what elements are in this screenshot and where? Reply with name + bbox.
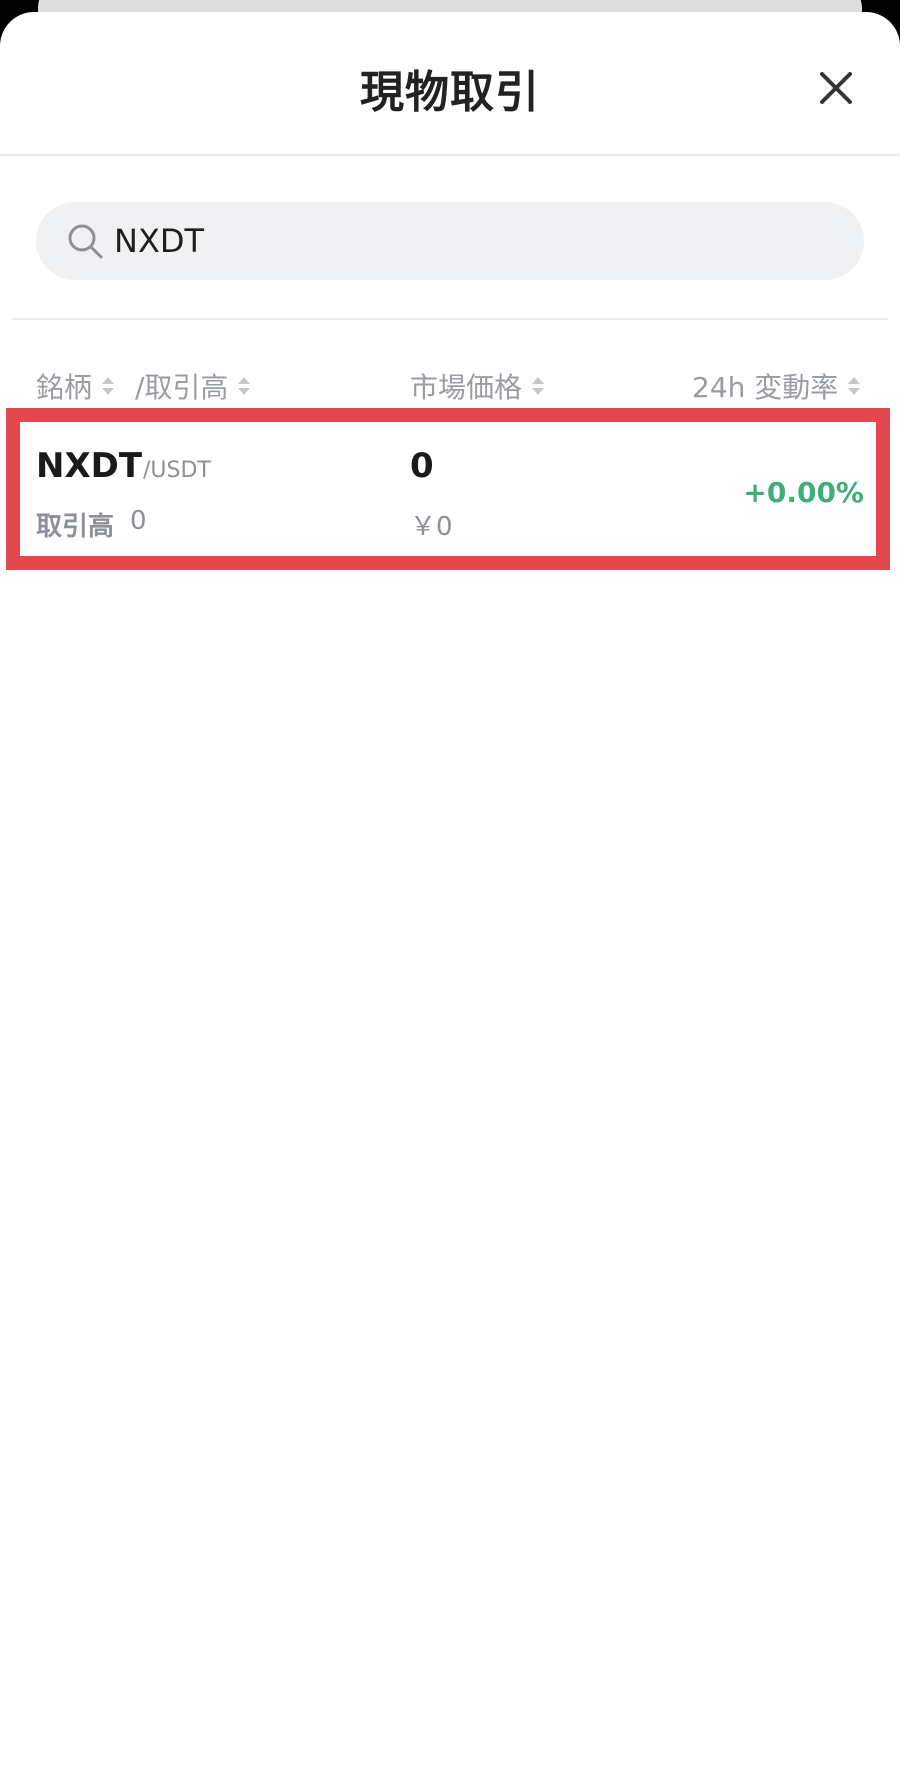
- pair-quote: /USDT: [143, 458, 211, 483]
- search-icon: [68, 224, 103, 259]
- change-24h: +0.00%: [743, 476, 864, 509]
- column-header-price[interactable]: 市場価格: [410, 366, 545, 406]
- search-input[interactable]: [114, 202, 834, 280]
- column-header-symbol[interactable]: 銘柄: [36, 366, 115, 406]
- sort-icon: [848, 376, 861, 396]
- market-price: 0: [410, 446, 434, 486]
- sort-icon: [532, 376, 545, 396]
- sheet-title: 現物取引: [360, 67, 540, 118]
- divider: [12, 318, 888, 320]
- volume-value: 0: [130, 506, 147, 536]
- search-bar[interactable]: [36, 202, 864, 280]
- column-header-price-label: 市場価格: [410, 371, 523, 404]
- pair-symbol: NXDT: [36, 446, 143, 486]
- sort-icon: [102, 376, 115, 396]
- price-jpy: ￥0: [410, 512, 453, 542]
- column-header-change-label: 24h 変動率: [692, 371, 839, 404]
- close-icon: [820, 72, 852, 104]
- column-header-change[interactable]: 24h 変動率: [692, 366, 861, 406]
- column-header-volume[interactable]: /取引高: [135, 366, 251, 406]
- column-header-symbol-label: 銘柄: [36, 371, 93, 404]
- volume-label: 取引高: [36, 512, 115, 542]
- sheet-header: 現物取引: [0, 12, 900, 156]
- sort-icon: [238, 376, 251, 396]
- column-header-volume-label: /取引高: [135, 371, 229, 404]
- close-button[interactable]: [812, 64, 860, 112]
